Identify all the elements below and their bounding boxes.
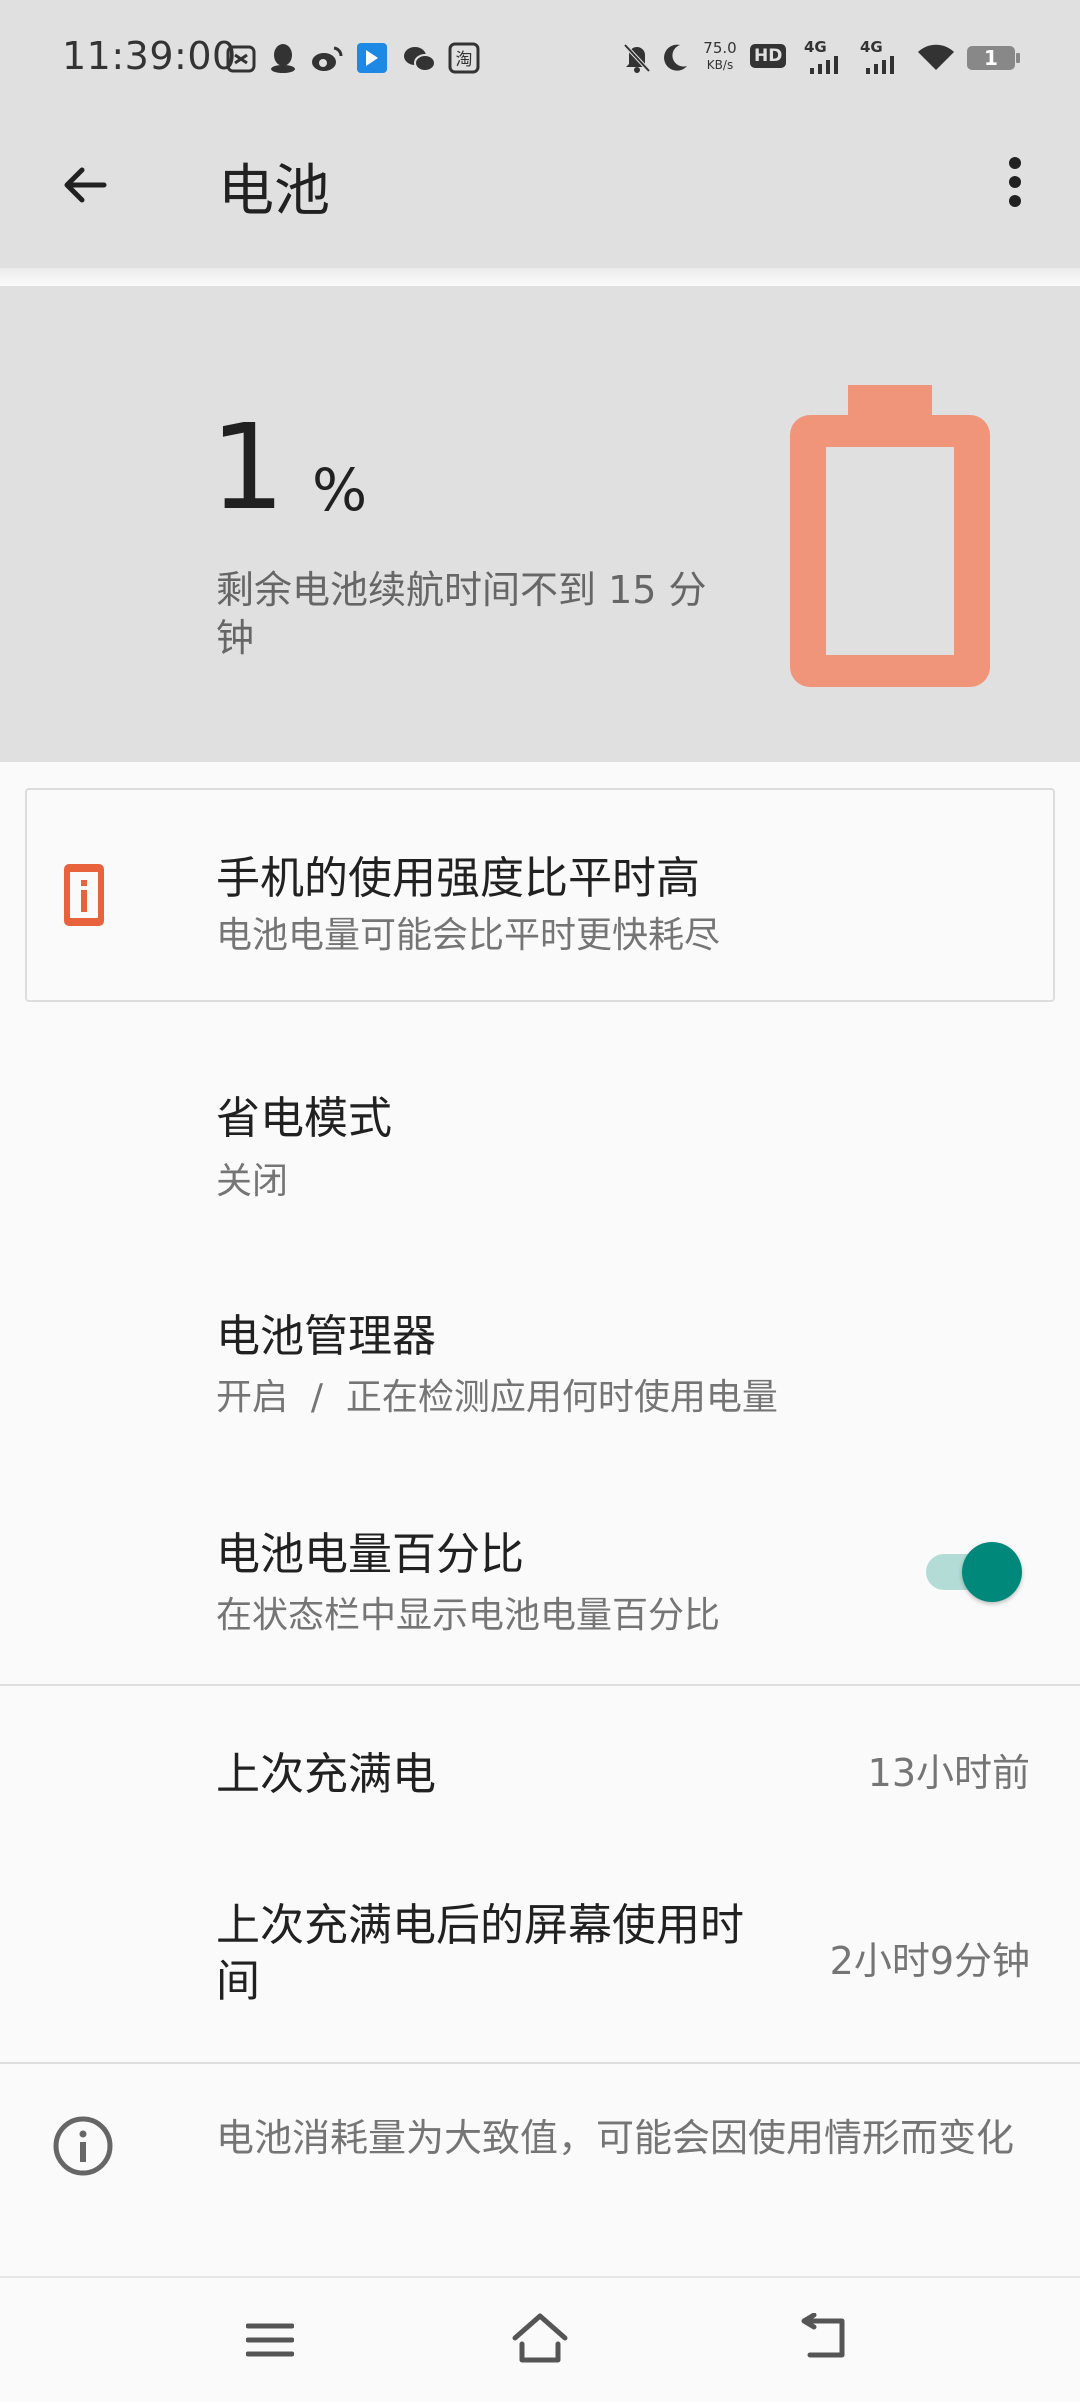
page-title: 电池 [218, 159, 330, 224]
setting-title-battery-manager: 电池管理器 [216, 1311, 436, 1362]
stat-label-screen-usage: 上次充满电后的屏幕使用时间 [216, 1900, 744, 2007]
net-speed: 75.0 KB/s [700, 40, 740, 73]
setting-battery-saver[interactable] [0, 1060, 1080, 1230]
setting-battery-percentage[interactable] [0, 1500, 1080, 1670]
wifi-icon [916, 42, 956, 76]
net-speed-value: 75.0 [703, 39, 737, 57]
screenshot-icon [226, 44, 256, 78]
battery-level-icon [790, 385, 990, 691]
status-bar: 11:39:00 淘 75.0 KB/s HD 4G 4G 1 [0, 0, 1080, 120]
phone-alert-icon [62, 862, 106, 932]
setting-subtitle-battery-percentage: 在状态栏中显示电池电量百分比 [216, 1595, 721, 1636]
back-icon [801, 2313, 845, 2358]
taobao-icon: 淘 [448, 42, 480, 78]
battery-level-text: 1 [984, 46, 998, 70]
setting-title-battery-saver: 省电模式 [216, 1093, 392, 1144]
setting-subtitle-battery-manager: 开启 / 正在检测应用何时使用电量 [216, 1377, 778, 1418]
svg-text:淘: 淘 [456, 50, 473, 70]
menu-icon [246, 2323, 294, 2357]
app-bar [0, 120, 1080, 268]
stat-value-screen-usage: 2小时9分钟 [829, 1939, 1030, 1983]
stat-value-last-full-charge: 13小时前 [867, 1751, 1030, 1795]
qq-icon [268, 42, 298, 78]
more-vert-icon [1009, 157, 1021, 207]
stat-label-last-full-charge: 上次充满电 [216, 1749, 436, 1800]
network-type-2: 4G [860, 38, 883, 56]
arrow-left-icon [64, 167, 107, 203]
battery-percent-unit: % [312, 456, 368, 524]
signal-icon [864, 56, 898, 78]
status-time: 11:39:00 [62, 34, 237, 78]
overflow-menu-button[interactable] [985, 150, 1045, 214]
setting-title-battery-percentage: 电池电量百分比 [216, 1529, 524, 1580]
alert-subtitle: 电池电量可能会比平时更快耗尽 [216, 915, 721, 956]
app-icon [356, 42, 388, 78]
section-divider [0, 1684, 1080, 1686]
battery-remaining-time: 剩余电池续航时间不到 15 分钟 [216, 568, 707, 660]
wechat-icon [402, 44, 436, 78]
setting-subtitle-battery-saver: 关闭 [216, 1161, 289, 1202]
nav-home-button[interactable] [500, 2306, 580, 2370]
alert-title: 手机的使用强度比平时高 [216, 853, 700, 904]
nav-back-button[interactable] [784, 2306, 864, 2370]
hd-label: HD [750, 44, 787, 68]
battery-percentage-toggle[interactable] [924, 1542, 1024, 1602]
hd-icon: HD [750, 44, 787, 68]
battery-usage-note: 电池消耗量为大致值，可能会因使用情形而变化 [216, 2116, 1015, 2160]
back-button[interactable] [50, 150, 120, 220]
info-icon [52, 2115, 114, 2181]
battery-percent-number: 1 [210, 398, 286, 536]
bell-off-icon [622, 42, 652, 78]
setting-battery-manager[interactable] [0, 1280, 1080, 1450]
net-speed-unit: KB/s [706, 58, 734, 72]
network-type-1: 4G [804, 38, 827, 56]
home-icon [512, 2313, 568, 2363]
signal-icon [808, 56, 842, 78]
toggle-thumb [962, 1542, 1022, 1602]
app-bar-shadow [0, 268, 1080, 286]
weibo-icon [310, 44, 344, 78]
nav-menu-button[interactable] [230, 2310, 310, 2370]
section-divider [0, 2062, 1080, 2064]
moon-icon [660, 42, 690, 78]
